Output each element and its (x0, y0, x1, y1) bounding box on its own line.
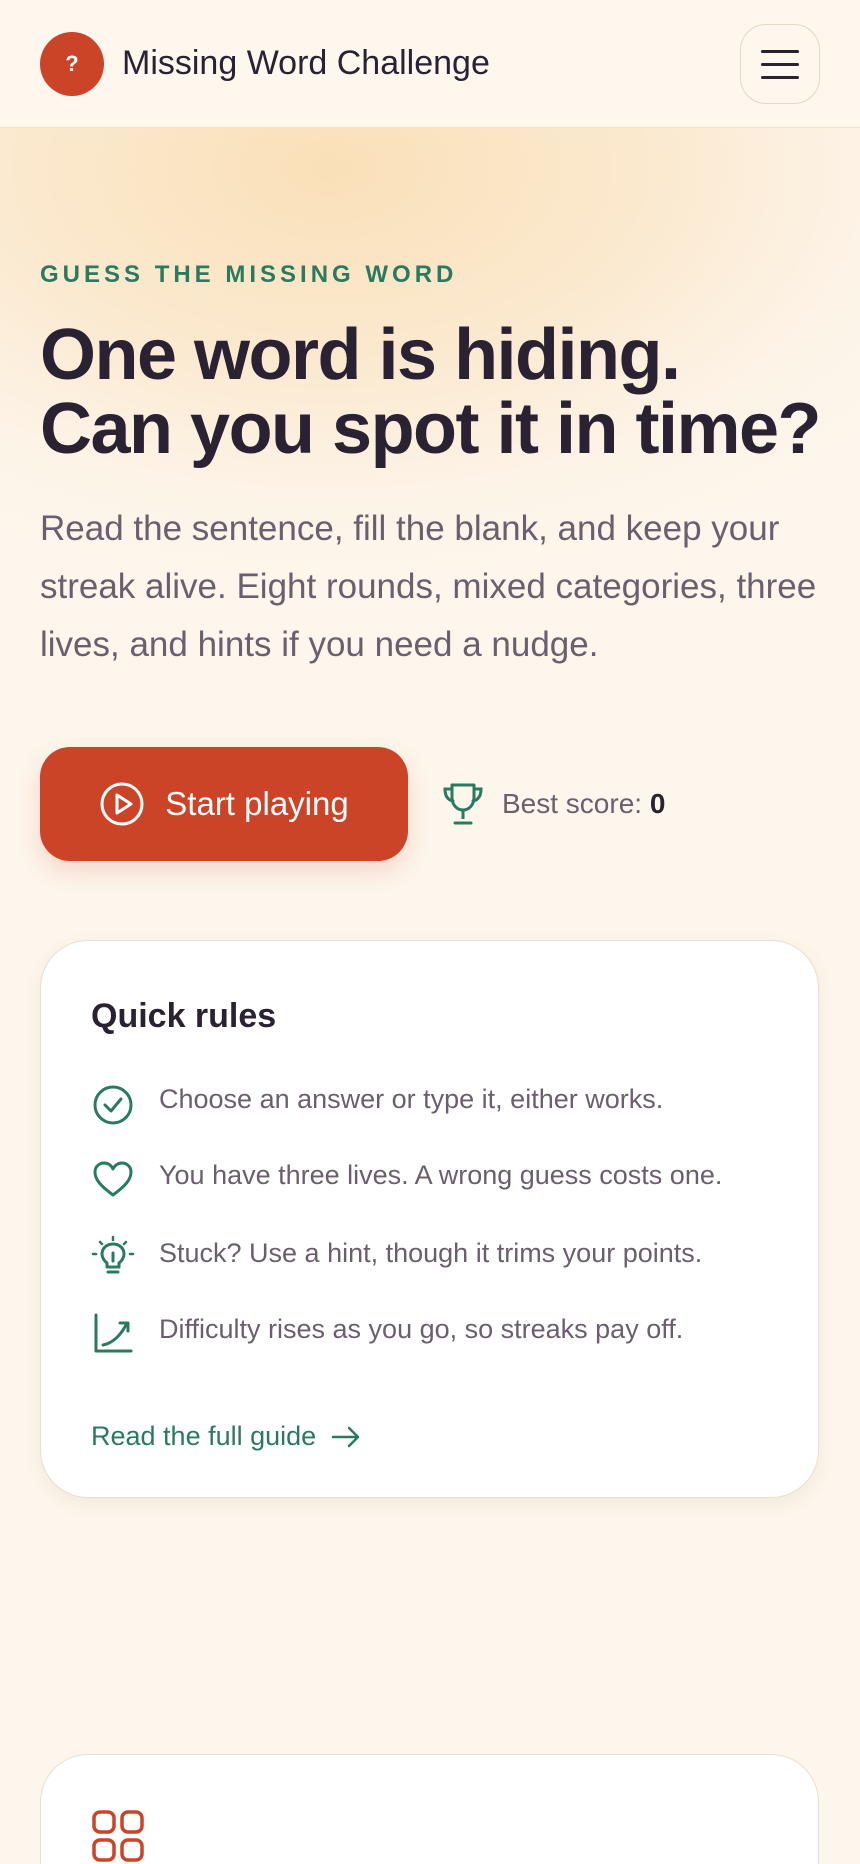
menu-button[interactable] (740, 24, 820, 104)
hero-description: Read the sentence, fill the blank, and k… (40, 509, 817, 664)
arrow-right-icon (331, 1426, 360, 1447)
app-header: ? Missing Word Challenge (0, 0, 860, 128)
rule-item: Choose an answer or type it, either work… (91, 1081, 791, 1125)
grid-icon (92, 1810, 144, 1862)
heart-icon (93, 1161, 133, 1197)
best-score: Best score: 0 (442, 776, 665, 832)
guide-link-label: Read the full guide (91, 1421, 317, 1451)
headline-line-1: One word is hiding. (40, 315, 681, 395)
rule-item: Stuck? Use a hint, though it trims your … (91, 1235, 791, 1279)
logo-question-icon[interactable]: ? (40, 31, 104, 96)
hamburger-menu-icon (761, 49, 799, 53)
quick-rules-card: Quick rules Choose an answer or type it,… (40, 940, 819, 1498)
start-playing-button[interactable]: Start playing (40, 747, 408, 861)
headline-line-2: Can you spot it in time? (40, 389, 822, 469)
play-circle-icon (100, 782, 144, 826)
rule-text: Stuck? Use a hint, though it trims your … (159, 1238, 703, 1268)
rule-text: Difficulty rises as you go, so streaks p… (159, 1314, 684, 1344)
hero-headline: One word is hiding. Can you spot it in t… (40, 318, 840, 466)
categories-card (40, 1754, 819, 1864)
hero-eyebrow: GUESS THE MISSING WORD (40, 261, 458, 288)
trophy-icon (443, 783, 483, 825)
lightbulb-icon (91, 1235, 135, 1274)
rule-text: You have three lives. A wrong guess cost… (159, 1160, 723, 1190)
best-score-value: 0 (649, 788, 666, 819)
quick-rules-title: Quick rules (91, 997, 277, 1035)
hero-section: GUESS THE MISSING WORD One word is hidin… (0, 128, 860, 948)
rule-text: Choose an answer or type it, either work… (159, 1084, 664, 1114)
check-circle-icon (93, 1085, 133, 1125)
app-title: Missing Word Challenge (122, 44, 490, 82)
trend-up-icon (94, 1313, 133, 1353)
rule-item: Difficulty rises as you go, so streaks p… (91, 1311, 791, 1355)
best-score-label: Best score: (502, 788, 643, 819)
start-playing-label: Start playing (165, 785, 349, 822)
read-full-guide-link[interactable]: Read the full guide (91, 1421, 362, 1452)
rule-item: You have three lives. A wrong guess cost… (91, 1157, 791, 1201)
